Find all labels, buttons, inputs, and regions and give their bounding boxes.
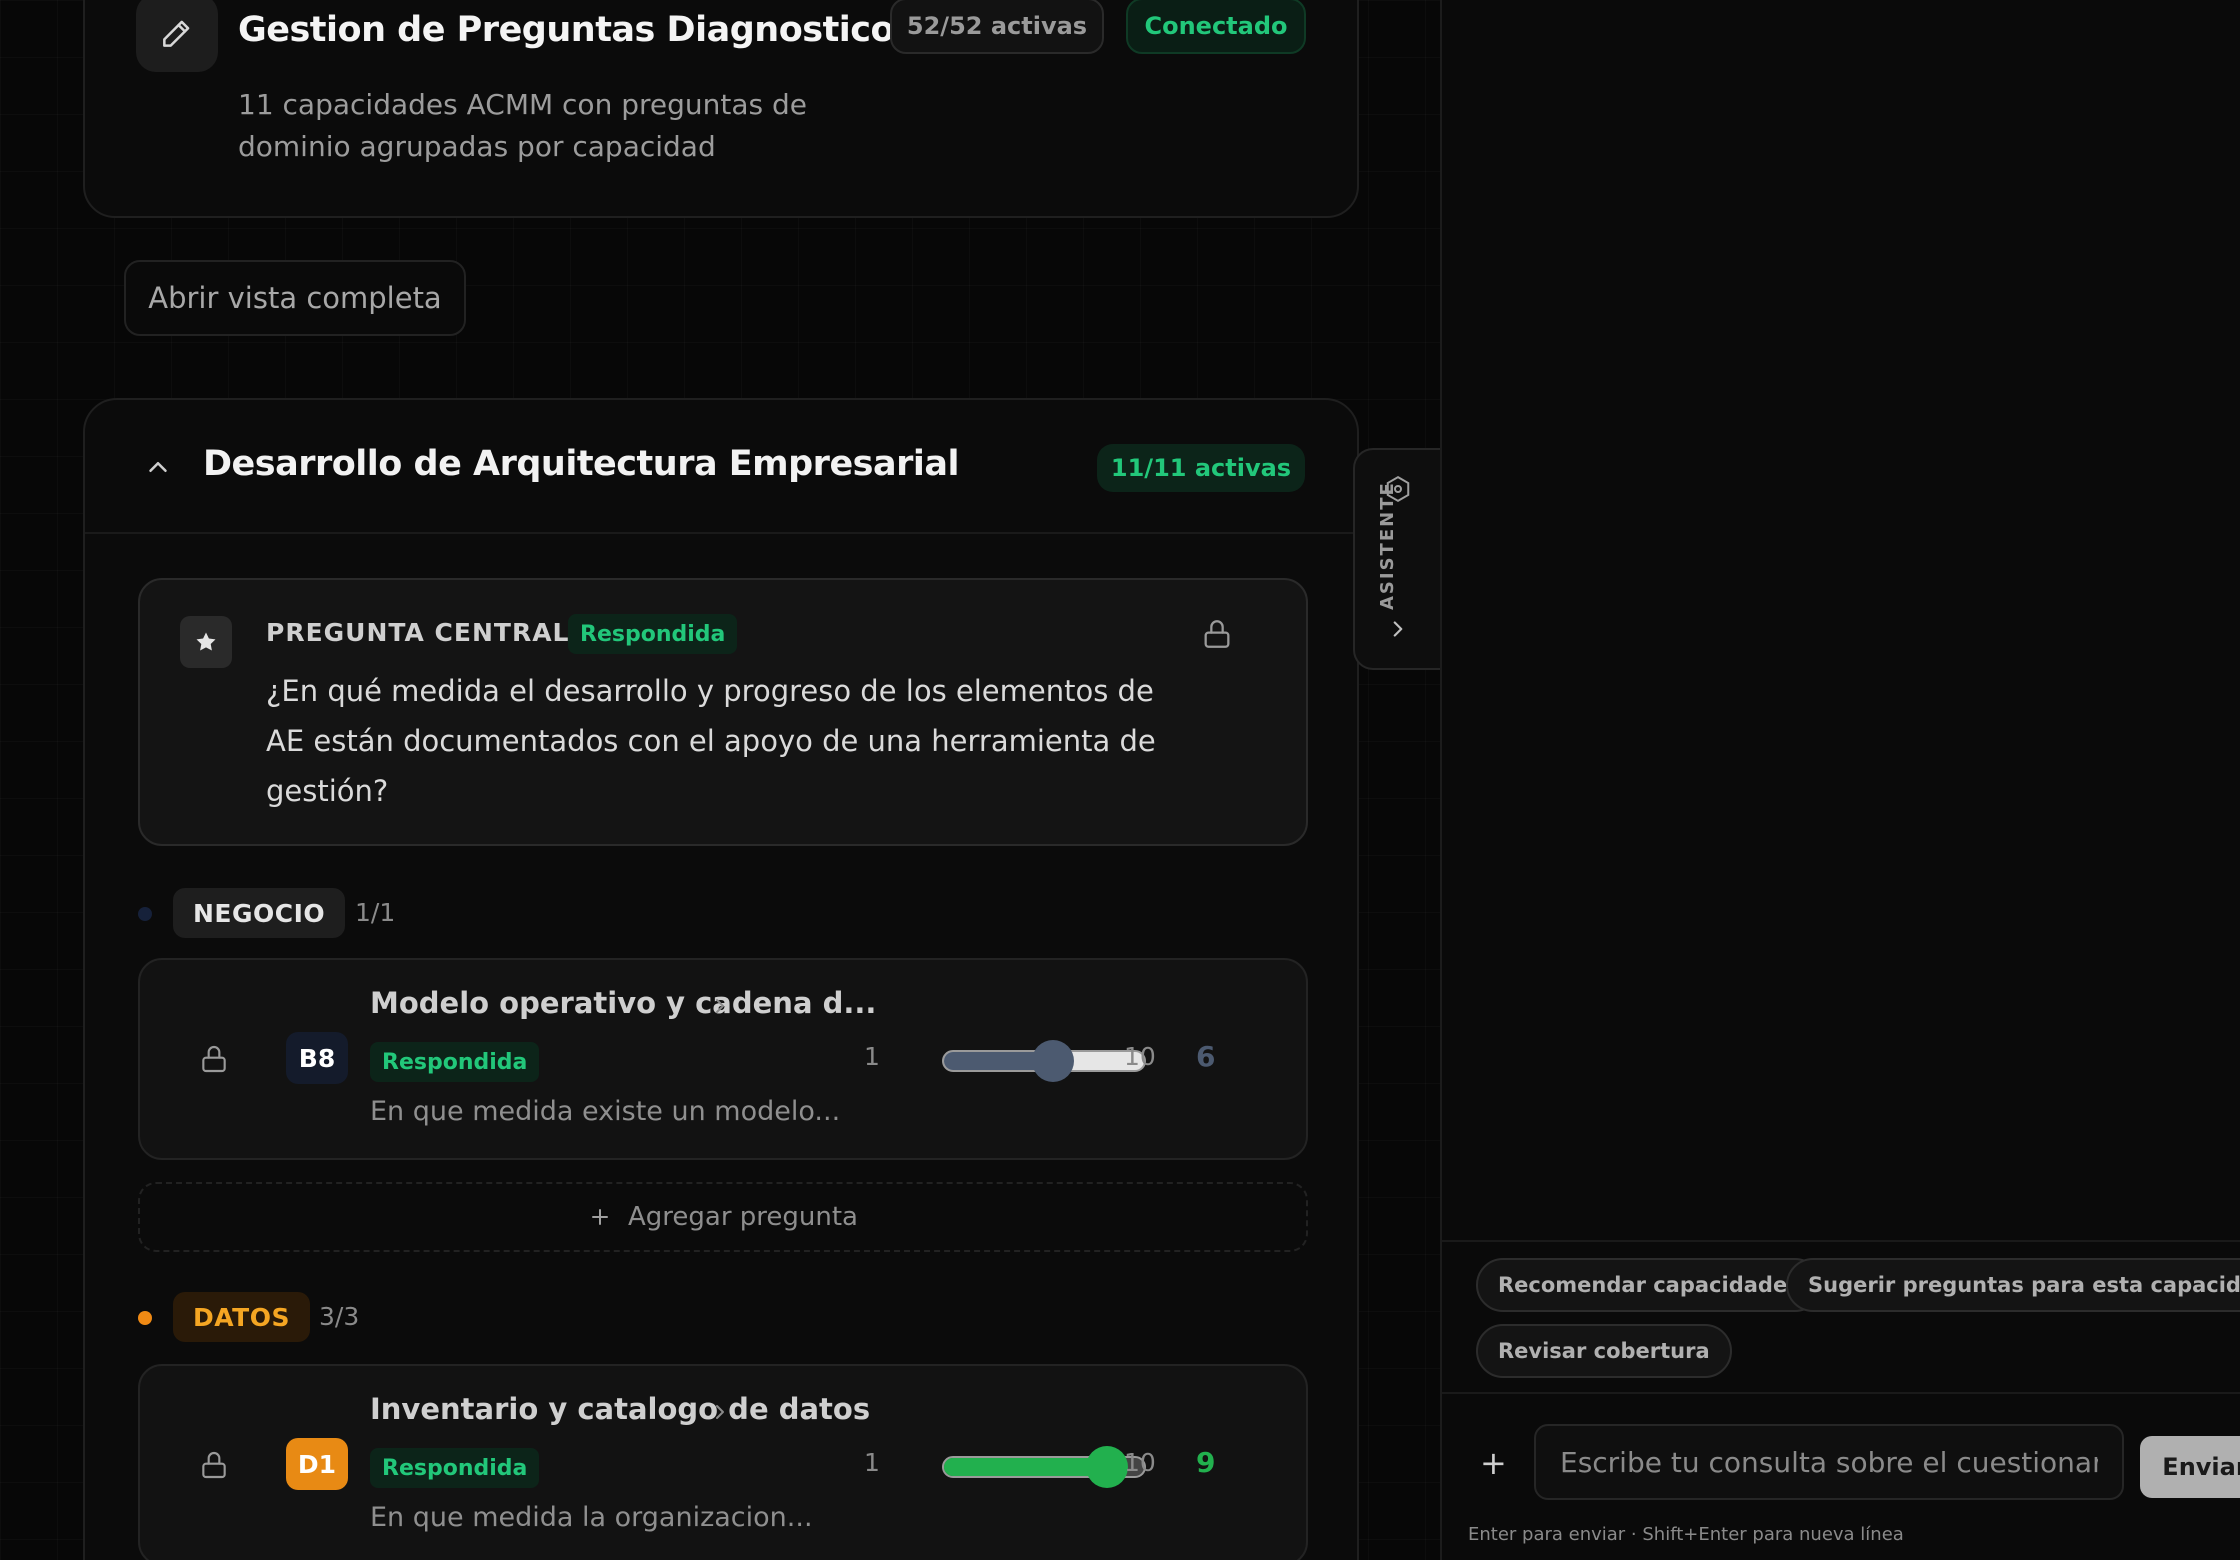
chevron-right-icon[interactable] (708, 994, 732, 1022)
question-row[interactable]: D1 Inventario y catalogo de datos Respon… (138, 1364, 1308, 1560)
group-count: 1/1 (355, 898, 396, 927)
question-code: D1 (286, 1438, 348, 1490)
status-badge: Respondida (370, 1448, 540, 1488)
chat-input[interactable] (1534, 1424, 2124, 1500)
slider-thumb[interactable] (1032, 1040, 1074, 1082)
group-color-dot (138, 1311, 152, 1325)
question-title[interactable]: Modelo operativo y cadena d... (370, 986, 876, 1020)
assistant-tab-label: ASISTENTE (1377, 481, 1398, 610)
group-label-datos: DATOS (173, 1292, 310, 1342)
status-badge: Respondida (568, 614, 738, 654)
open-full-view-button[interactable]: Abrir vista completa (124, 260, 466, 336)
central-question-card[interactable]: PREGUNTA CENTRAL Respondida ¿En qué medi… (138, 578, 1308, 846)
group-color-dot (138, 907, 152, 921)
input-hint: Enter para enviar · Shift+Enter para nue… (1468, 1524, 1904, 1545)
attach-plus-button[interactable]: + (1480, 1444, 1507, 1482)
add-question-label: Agregar pregunta (627, 1202, 858, 1232)
chevron-right-icon[interactable] (1385, 616, 1411, 646)
central-question-text: ¿En qué medida el desarrollo y progreso … (266, 674, 1156, 808)
status-badge: Respondida (370, 1042, 540, 1082)
assistant-toggle-tab[interactable]: ASISTENTE (1353, 448, 1440, 670)
slider-max-label: 10 (1124, 1042, 1156, 1071)
capability-section: Desarrollo de Arquitectura Empresarial 1… (83, 398, 1359, 1560)
star-icon (180, 616, 232, 668)
lock-icon[interactable] (198, 1448, 230, 1486)
slider-min-label: 1 (864, 1448, 880, 1477)
main-panel: Gestion de Preguntas Diagnostico 11 capa… (0, 0, 1440, 1560)
score-value: 6 (1196, 1040, 1216, 1073)
group-count: 3/3 (319, 1302, 360, 1331)
assistant-panel: Recomendar capacidades Sugerir preguntas… (1440, 0, 2240, 1560)
score-value: 9 (1196, 1446, 1216, 1479)
connection-status-badge: Conectado (1126, 0, 1306, 54)
section-title: Desarrollo de Arquitectura Empresarial (203, 444, 960, 484)
lock-icon[interactable] (1200, 616, 1234, 656)
chat-input-area: + Enviar Enter para enviar · Shift+Enter… (1442, 1392, 2240, 1560)
section-active-badge: 11/11 activas (1097, 444, 1305, 492)
active-count-badge: 52/52 activas (890, 0, 1104, 54)
question-row[interactable]: B8 Modelo operativo y cadena d... Respon… (138, 958, 1308, 1160)
slider-min-label: 1 (864, 1042, 880, 1071)
suggestion-chip[interactable]: Revisar cobertura (1476, 1324, 1732, 1378)
plus-icon (591, 1209, 608, 1225)
pencil-icon (136, 0, 218, 72)
add-question-button[interactable]: Agregar pregunta (138, 1182, 1308, 1252)
suggestion-chip[interactable]: Sugerir preguntas para esta capacidad (1786, 1258, 2240, 1312)
group-label-negocio: NEGOCIO (173, 888, 346, 938)
chevron-right-icon[interactable] (708, 1400, 732, 1428)
suggestion-chip[interactable]: Recomendar capacidades (1476, 1258, 1822, 1312)
slider-thumb[interactable] (1086, 1446, 1128, 1488)
chevron-up-icon[interactable] (143, 452, 173, 486)
question-code: B8 (286, 1032, 348, 1084)
question-title[interactable]: Inventario y catalogo de datos (370, 1392, 870, 1426)
lock-icon[interactable] (198, 1042, 230, 1080)
question-description: En que medida existe un modelo... (370, 1096, 841, 1127)
page-title: Gestion de Preguntas Diagnostico (238, 10, 895, 50)
central-question-label: PREGUNTA CENTRAL (266, 618, 570, 647)
page-subtitle: 11 capacidades ACMM con preguntas de dom… (238, 88, 807, 163)
send-button[interactable]: Enviar (2140, 1436, 2240, 1498)
section-header[interactable]: Desarrollo de Arquitectura Empresarial 1… (85, 400, 1357, 534)
question-description: En que medida la organizacion... (370, 1502, 813, 1533)
suggestions-area: Recomendar capacidades Sugerir preguntas… (1442, 1240, 2240, 1392)
slider-max-label: 10 (1124, 1448, 1156, 1477)
